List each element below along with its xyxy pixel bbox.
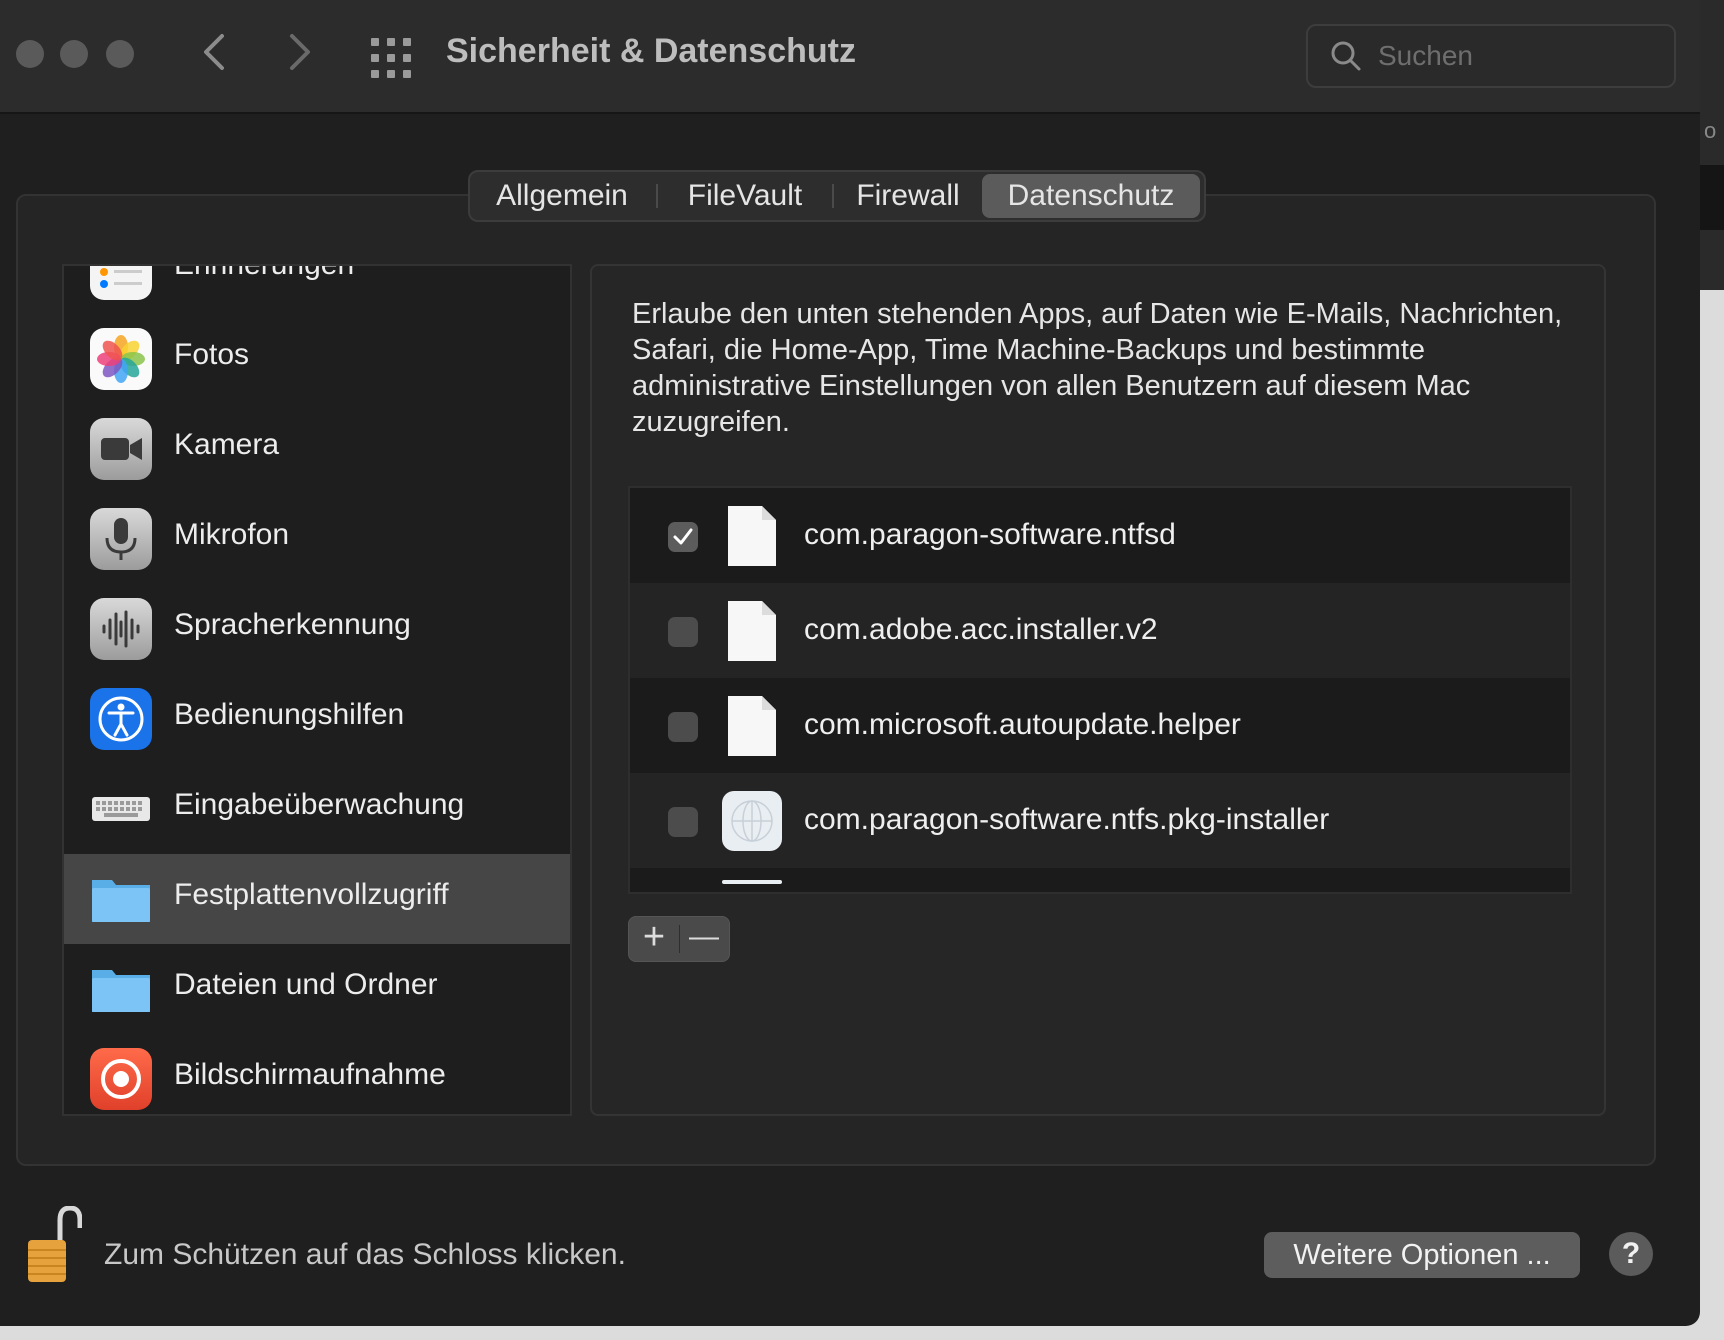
help-button[interactable]: ? bbox=[1609, 1232, 1653, 1276]
folder-icon bbox=[90, 958, 152, 1020]
tab-bar: Allgemein FileVault Firewall Datenschutz bbox=[468, 170, 1206, 222]
search-icon bbox=[1331, 41, 1361, 71]
remove-button[interactable]: — bbox=[679, 915, 729, 959]
list-item[interactable]: com.paragon-software.ntfs.pkg-installer bbox=[630, 773, 1570, 868]
sidebar-item-label: Bedienungshilfen bbox=[174, 698, 405, 731]
sidebar-item-label: Spracherkennung bbox=[174, 608, 411, 641]
microphone-icon bbox=[90, 508, 152, 570]
tab-filevault[interactable]: FileVault bbox=[662, 174, 828, 218]
sidebar-item-erinnerungen[interactable]: Erinnerungen bbox=[64, 264, 570, 314]
background-window: o bbox=[1700, 0, 1724, 290]
app-checkbox[interactable] bbox=[668, 617, 698, 647]
search-field[interactable]: Suchen bbox=[1306, 24, 1676, 88]
keyboard-icon bbox=[90, 778, 152, 840]
app-list[interactable]: com.paragon-software.ntfsd com.adobe.acc… bbox=[628, 486, 1572, 894]
sidebar-item-label: Kamera bbox=[174, 428, 280, 461]
camera-icon bbox=[90, 418, 152, 480]
sidebar-item-label: Dateien und Ordner bbox=[174, 968, 438, 1001]
show-all-grid-icon[interactable] bbox=[371, 38, 411, 78]
list-item[interactable]: com.adobe.acc.installer.v2 bbox=[630, 583, 1570, 678]
description-text: Erlaube den unten stehenden Apps, auf Da… bbox=[632, 298, 1563, 438]
app-name: com.paragon-software.ntfsd bbox=[804, 518, 1176, 551]
sidebar-item-spracherkennung[interactable]: Spracherkennung bbox=[64, 584, 570, 674]
back-arrow-icon[interactable] bbox=[200, 30, 228, 82]
tab-firewall[interactable]: Firewall bbox=[836, 174, 980, 218]
search-placeholder: Suchen bbox=[1378, 40, 1473, 71]
document-icon bbox=[728, 601, 776, 661]
sidebar-item-label: Fotos bbox=[174, 338, 250, 371]
privacy-detail-pane: Erlaube den unten stehenden Apps, auf Da… bbox=[590, 264, 1606, 1116]
lock-hint-text: Zum Schützen auf das Schloss klicken. bbox=[104, 1238, 626, 1271]
speech-recognition-icon bbox=[90, 598, 152, 660]
zoom-button[interactable] bbox=[106, 40, 134, 68]
checkmark-icon bbox=[673, 528, 693, 545]
app-name: com.adobe.acc.installer.v2 bbox=[804, 613, 1158, 646]
tab-datenschutz[interactable]: Datenschutz bbox=[982, 174, 1200, 218]
list-item[interactable]: com.microsoft.autoupdate.helper bbox=[630, 678, 1570, 773]
add-remove-control: + — bbox=[628, 916, 730, 962]
more-options-button[interactable]: Weitere Optionen ... bbox=[1264, 1232, 1580, 1278]
sidebar-item-dateien-und-ordner[interactable]: Dateien und Ordner bbox=[64, 944, 570, 1034]
app-name: com.paragon-software.ntfs.pkg-installer bbox=[804, 803, 1330, 836]
accessibility-icon bbox=[90, 688, 152, 750]
preferences-window: Sicherheit & Datenschutz Suchen Allgemei… bbox=[0, 0, 1700, 1326]
sidebar-item-bedienungshilfen[interactable]: Bedienungshilfen bbox=[64, 674, 570, 764]
sidebar-item-bildschirmaufnahme[interactable]: Bildschirmaufnahme bbox=[64, 1034, 570, 1114]
package-icon bbox=[722, 791, 782, 851]
list-item[interactable]: com.paragon-software.ntfsd bbox=[630, 488, 1570, 583]
sidebar-item-label: Bildschirmaufnahme bbox=[174, 1058, 446, 1091]
document-icon bbox=[728, 696, 776, 756]
app-name: com.microsoft.autoupdate.helper bbox=[804, 708, 1241, 741]
reminders-icon bbox=[90, 266, 152, 300]
sidebar-item-label: Mikrofon bbox=[174, 518, 290, 551]
sidebar-item-festplattenvollzugriff[interactable]: Festplattenvollzugriff bbox=[64, 854, 570, 944]
privacy-category-list[interactable]: Erinnerungen Fotos Kamera Mikrofon Sprac… bbox=[62, 264, 572, 1116]
lock-icon[interactable] bbox=[26, 1205, 83, 1289]
sidebar-item-eingabeueberwachung[interactable]: Eingabeüberwachung bbox=[64, 764, 570, 854]
sidebar-item-mikrofon[interactable]: Mikrofon bbox=[64, 494, 570, 584]
sidebar-item-label: Eingabeüberwachung bbox=[174, 788, 465, 821]
document-icon bbox=[728, 506, 776, 566]
add-button[interactable]: + bbox=[629, 915, 679, 959]
titlebar: Sicherheit & Datenschutz Suchen bbox=[0, 0, 1700, 114]
app-checkbox[interactable] bbox=[668, 522, 698, 552]
folder-icon bbox=[90, 868, 152, 930]
sidebar-item-label: Festplattenvollzugriff bbox=[174, 878, 449, 911]
window-title: Sicherheit & Datenschutz bbox=[446, 32, 856, 70]
sidebar-item-fotos[interactable]: Fotos bbox=[64, 314, 570, 404]
tab-allgemein[interactable]: Allgemein bbox=[476, 174, 648, 218]
list-item-partial[interactable] bbox=[630, 868, 1570, 892]
photos-icon bbox=[90, 328, 152, 390]
forward-arrow-icon[interactable] bbox=[286, 30, 314, 82]
sidebar-item-kamera[interactable]: Kamera bbox=[64, 404, 570, 494]
minimize-button[interactable] bbox=[60, 40, 88, 68]
screen-recording-icon bbox=[90, 1048, 152, 1110]
sidebar-item-label: Erinnerungen bbox=[174, 264, 355, 281]
app-checkbox[interactable] bbox=[668, 807, 698, 837]
app-checkbox[interactable] bbox=[668, 712, 698, 742]
close-button[interactable] bbox=[16, 40, 44, 68]
